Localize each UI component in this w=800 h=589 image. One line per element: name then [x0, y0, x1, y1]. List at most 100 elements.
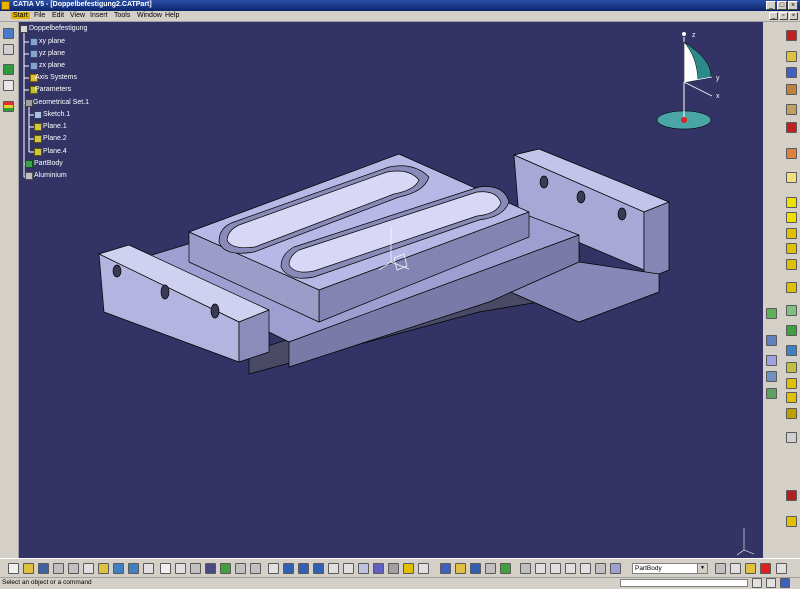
doc-minimize-button[interactable]: _	[769, 12, 778, 20]
pad-icon[interactable]	[786, 30, 797, 41]
render-icon[interactable]	[745, 563, 756, 574]
zoom-out-icon[interactable]	[343, 563, 354, 574]
tree-item-sketch-1[interactable]: Sketch.1	[43, 111, 70, 118]
redo-icon[interactable]	[128, 563, 139, 574]
chamfer-icon[interactable]	[786, 259, 797, 270]
fit-all-icon[interactable]	[283, 563, 294, 574]
cancel-command-icon[interactable]	[752, 578, 762, 588]
point-icon[interactable]	[485, 563, 496, 574]
undo-icon[interactable]	[113, 563, 124, 574]
info-icon[interactable]	[786, 67, 797, 78]
open-icon[interactable]	[23, 563, 34, 574]
menu-tools[interactable]: Tools	[114, 12, 130, 19]
formula-icon[interactable]	[160, 563, 171, 574]
tree-item-plane-4[interactable]: Plane.4	[43, 148, 67, 155]
tree-item-plane-2[interactable]: Plane.2	[43, 135, 67, 142]
quick-view-icon[interactable]	[373, 563, 384, 574]
whats-this-icon[interactable]	[143, 563, 154, 574]
photo-studio-icon[interactable]	[730, 563, 741, 574]
visualization-icon[interactable]	[3, 80, 14, 91]
chevron-down-icon[interactable]: ▼	[697, 564, 707, 573]
reference-element-icon[interactable]	[470, 563, 481, 574]
check-icon[interactable]	[595, 563, 606, 574]
translation-icon[interactable]	[786, 378, 797, 389]
3d-viewport[interactable]: z y x Doppelbefestigung xy plane yz plan…	[19, 22, 763, 558]
fly-mode-icon[interactable]	[268, 563, 279, 574]
tree-item-plane-1[interactable]: Plane.1	[43, 123, 67, 130]
draft-icon[interactable]	[786, 282, 797, 293]
tree-item-zx-plane[interactable]: zx plane	[39, 62, 65, 69]
shading-icon[interactable]	[388, 563, 399, 574]
knowledge-icon[interactable]	[220, 563, 231, 574]
split-icon[interactable]	[786, 516, 797, 527]
shaft-icon[interactable]	[786, 84, 797, 95]
menu-help[interactable]: Help	[165, 12, 179, 19]
command-input[interactable]	[620, 579, 748, 587]
menu-edit[interactable]: Edit	[52, 12, 64, 19]
measure-icon[interactable]	[786, 432, 797, 443]
workbench-icon[interactable]	[3, 28, 14, 39]
save-icon[interactable]	[38, 563, 49, 574]
sketcher-icon[interactable]	[3, 64, 14, 75]
line-icon[interactable]	[500, 563, 511, 574]
apply-material-icon[interactable]	[715, 563, 726, 574]
tree-item-aluminium[interactable]: Aluminium	[34, 172, 67, 179]
removed-multi-sections-icon[interactable]	[786, 228, 797, 239]
analysis-icon[interactable]	[520, 563, 531, 574]
normal-view-icon[interactable]	[358, 563, 369, 574]
measure-item-icon[interactable]	[580, 563, 591, 574]
groove-icon[interactable]	[786, 104, 797, 115]
menu-file[interactable]: File	[34, 12, 45, 19]
pocket-icon[interactable]	[786, 51, 797, 62]
edge-fillet-icon[interactable]	[786, 243, 797, 254]
select-arrow-icon[interactable]	[3, 44, 14, 55]
pan-icon[interactable]	[298, 563, 309, 574]
scan-icon[interactable]	[190, 563, 201, 574]
remove-face-icon[interactable]	[786, 362, 797, 373]
tree-item-geometrical-set-1[interactable]: Geometrical Set.1	[33, 99, 89, 106]
update-icon[interactable]	[440, 563, 451, 574]
tools-icon[interactable]	[250, 563, 261, 574]
catalog-icon[interactable]	[205, 563, 216, 574]
zoom-in-icon[interactable]	[328, 563, 339, 574]
draft-analysis-icon[interactable]	[550, 563, 561, 574]
doc-close-button[interactable]: ×	[789, 12, 798, 20]
stiffener-icon[interactable]	[786, 197, 797, 208]
rib-icon[interactable]	[786, 148, 797, 159]
pattern-icon[interactable]	[786, 408, 797, 419]
copy-icon[interactable]	[83, 563, 94, 574]
shell-icon[interactable]	[786, 305, 797, 316]
menu-start[interactable]: Start	[11, 12, 30, 19]
rotate-icon[interactable]	[313, 563, 324, 574]
grid-icon[interactable]	[766, 371, 777, 382]
paste-icon[interactable]	[98, 563, 109, 574]
tree-item-parameters[interactable]: Parameters	[35, 86, 71, 93]
sketch-based-icon[interactable]	[766, 335, 777, 346]
thickness-icon[interactable]	[786, 325, 797, 336]
slot-icon[interactable]	[786, 172, 797, 183]
catia-app-icon[interactable]	[1, 1, 10, 10]
color-palette-icon[interactable]	[3, 101, 14, 112]
mirror-icon[interactable]	[786, 392, 797, 403]
doc-restore-button[interactable]: ▫	[779, 12, 788, 20]
interrupt-icon[interactable]	[780, 578, 790, 588]
curvature-icon[interactable]	[535, 563, 546, 574]
tree-item-root[interactable]: Doppelbefestigung	[29, 25, 87, 32]
body-icon[interactable]	[610, 563, 621, 574]
menu-insert[interactable]: Insert	[90, 12, 108, 19]
print-icon[interactable]	[53, 563, 64, 574]
boolean-icon[interactable]	[766, 355, 777, 366]
compass-icon[interactable]: z y x	[656, 32, 720, 130]
tree-item-yz-plane[interactable]: yz plane	[39, 50, 65, 57]
menu-view[interactable]: View	[70, 12, 85, 19]
record-icon[interactable]	[786, 490, 797, 501]
part-model[interactable]	[98, 148, 670, 375]
multi-sections-solid-icon[interactable]	[786, 212, 797, 223]
hide-show-icon[interactable]	[403, 563, 414, 574]
constraint-icon[interactable]	[766, 308, 777, 319]
cut-icon[interactable]	[68, 563, 79, 574]
maximize-button[interactable]: □	[777, 1, 787, 10]
environment-icon[interactable]	[776, 563, 787, 574]
body-select-dropdown[interactable]: PartBody ▼	[632, 563, 708, 574]
macro-icon[interactable]	[235, 563, 246, 574]
